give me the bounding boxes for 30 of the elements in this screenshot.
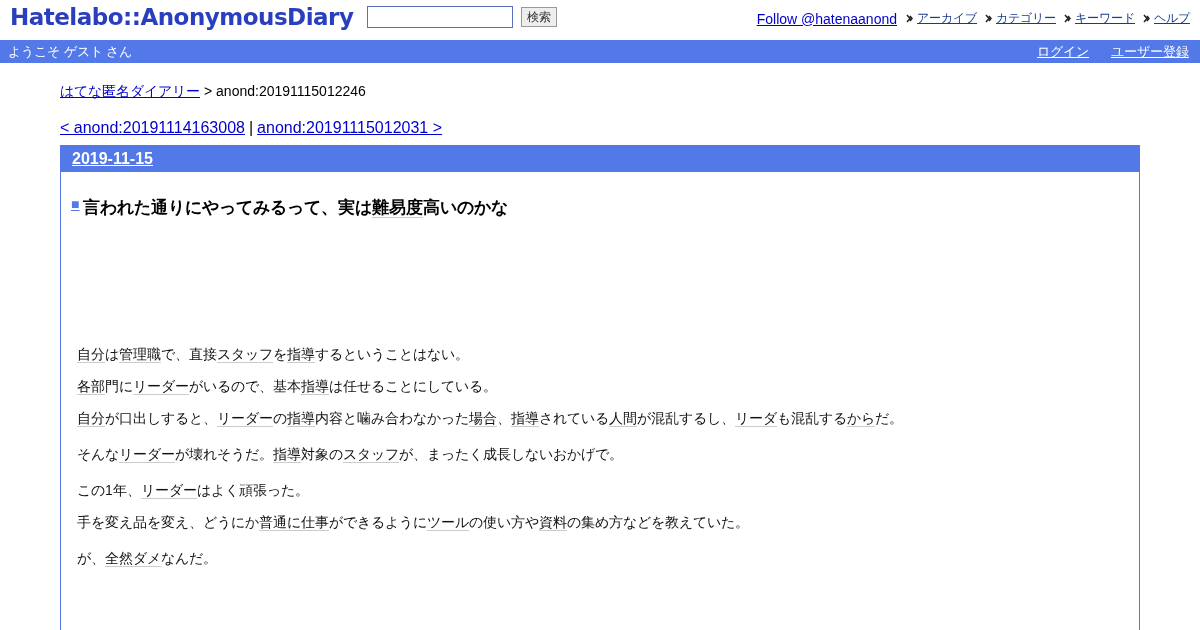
- breadcrumb-link[interactable]: はてな匿名ダイアリー: [60, 83, 200, 101]
- paragraph: そんな リーダーが壊れそうだ。指導対象のスタッフが、まったく成長しないおかげで。: [77, 445, 624, 463]
- paragraph: 手を変え品を変え、どうにか普通に仕事ができるようにツールの使い方や資料の集め方などを教えていた。: [77, 513, 750, 531]
- prev-link[interactable]: < anond:20191114163008: [60, 119, 245, 137]
- paragraph: 各部門に リーダーがいるので、基本指導は任せることにしている。: [77, 377, 498, 395]
- breadcrumb-current: > anond:20191115012246: [204, 83, 366, 101]
- user-link[interactable]: ユーザー登録: [1111, 42, 1189, 61]
- entry-title: 言われた通りにやってみるって、実は難易度高いのかな: [83, 197, 509, 219]
- site-logo[interactable]: Hatelabo::AnonymousDiary: [10, 4, 354, 30]
- nav-link[interactable]: キーワード: [1075, 10, 1135, 27]
- entry-link[interactable]: ■: [71, 196, 80, 219]
- welcome-text: ようこそ ゲスト さん: [8, 42, 133, 61]
- chevron-icon: [1064, 14, 1071, 23]
- search-button[interactable]: 検索: [521, 7, 558, 27]
- nav-link[interactable]: アーカイブ: [917, 10, 977, 27]
- date-link[interactable]: 2019-11-15: [72, 150, 153, 168]
- pager-separator: |: [248, 119, 254, 137]
- chevron-icon: [985, 14, 992, 23]
- follow-link[interactable]: Follow @hatenaanond: [756, 10, 897, 27]
- paragraph: この1年、リーダーはよく頑張った。: [77, 481, 310, 499]
- nav-link[interactable]: ヘルプ: [1154, 10, 1190, 27]
- chevron-icon: [906, 14, 913, 23]
- paragraph: 自分が口出しすると、リーダーの指導内容と噛み合わなかった場合、指導されている人間が混乱するし、リーダも混乱するから だ。: [77, 409, 904, 427]
- paragraph: が、全然ダメ なんだ。: [77, 549, 218, 567]
- chevron-icon: [1143, 14, 1150, 23]
- paragraph: 自分は管理職で、直接スタッフ を指導するということはない。: [77, 345, 470, 363]
- nav-link[interactable]: カテゴリー: [996, 10, 1056, 27]
- search-field[interactable]: [367, 6, 514, 28]
- next-link[interactable]: anond:20191115012031 >: [257, 119, 443, 137]
- user-link[interactable]: ログイン: [1037, 42, 1089, 61]
